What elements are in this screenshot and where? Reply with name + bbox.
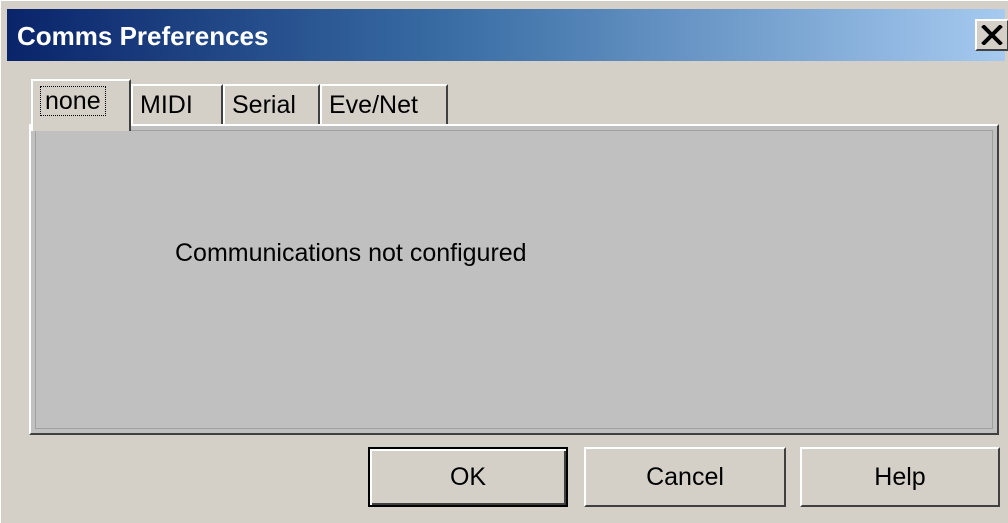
tab-label: none bbox=[40, 86, 106, 116]
cancel-button[interactable]: Cancel bbox=[584, 447, 786, 507]
tab-label: Serial bbox=[232, 91, 296, 119]
tab-eve-net[interactable]: Eve/Net bbox=[320, 84, 448, 124]
comms-preferences-dialog: Comms Preferences none MIDI Serial Eve/N… bbox=[0, 0, 1008, 523]
status-message: Communications not configured bbox=[175, 239, 527, 267]
panel-content: Communications not configured bbox=[35, 130, 993, 429]
close-button[interactable] bbox=[975, 19, 1008, 51]
tab-panel: Communications not configured bbox=[29, 124, 999, 435]
tab-none[interactable]: none bbox=[31, 79, 131, 131]
title-bar[interactable]: Comms Preferences bbox=[7, 9, 1008, 61]
tab-label: MIDI bbox=[140, 91, 193, 119]
tab-midi[interactable]: MIDI bbox=[131, 84, 223, 124]
help-button[interactable]: Help bbox=[800, 447, 1000, 507]
tab-serial[interactable]: Serial bbox=[223, 84, 320, 124]
close-icon bbox=[981, 25, 1003, 45]
dialog-title: Comms Preferences bbox=[17, 21, 269, 51]
ok-button[interactable]: OK bbox=[368, 447, 568, 507]
tab-label: Eve/Net bbox=[329, 91, 418, 119]
